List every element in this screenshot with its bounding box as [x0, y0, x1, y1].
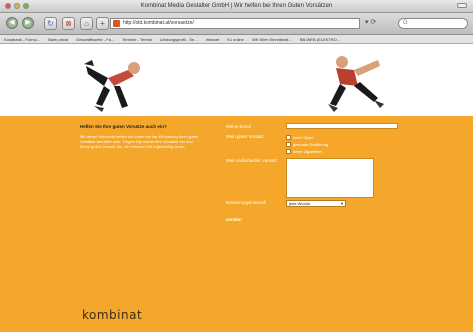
bookmark-item[interactable]: Kokabank - Formu...	[4, 35, 40, 43]
form-section: Helfen Sie Ihre guten Vorsätze auch ein?…	[0, 116, 473, 332]
submit-button[interactable]: senden	[226, 217, 242, 222]
email-label: Meine Email	[226, 124, 251, 129]
reload-icon: ↻	[47, 19, 54, 28]
intro-text-block: Helfen Sie Ihre guten Vorsätze auch ein?…	[80, 124, 200, 149]
site-favicon-icon	[113, 20, 120, 27]
option-checkbox[interactable]	[286, 149, 291, 154]
bookmark-item[interactable]: BB-WEB (ELEKTRO...	[300, 35, 340, 43]
individual-vorsatz-textarea[interactable]	[286, 158, 374, 198]
web-page: Helfen Sie Ihre guten Vorsätze auch ein?…	[0, 44, 473, 332]
address-bar-url: http://old.kombinat.at/vorsaetze/	[123, 20, 194, 26]
browser-toolbar: ◀ ▶ ↻ ⊗ ⌂ + http://old.kombinat.at/vorsa…	[0, 13, 473, 35]
bookmark-item[interactable]: Termine - Termin	[122, 35, 152, 43]
back-arrow-icon: ◀	[9, 19, 15, 26]
email-field[interactable]	[286, 123, 398, 129]
stop-icon: ⊗	[65, 19, 72, 28]
stop-button[interactable]: ⊗	[62, 17, 75, 30]
reminder-select[interactable]: jede Woche ▼	[286, 200, 346, 207]
forward-arrow-icon: ▶	[25, 19, 31, 26]
reload-button[interactable]: ↻	[44, 17, 57, 30]
reminder-label: Erinnerungsintervall	[226, 200, 266, 205]
kombinat-logo: kombinat	[82, 308, 143, 322]
title-bar: Kombinat Media Gestalter GmbH | Wir helf…	[0, 0, 473, 13]
window-title: Kombinat Media Gestalter GmbH | Wir helf…	[140, 3, 333, 9]
bookmark-item[interactable]: WK Wien Einreibealt...	[252, 35, 292, 43]
reminder-selected-value: jede Woche	[289, 201, 311, 206]
bookmark-item[interactable]: Geschäftsseite - Fa...	[76, 35, 114, 43]
back-button[interactable]: ◀	[6, 17, 18, 29]
forward-button[interactable]: ▶	[22, 17, 34, 29]
option-checkbox[interactable]	[286, 135, 291, 140]
address-bar[interactable]: http://old.kombinat.at/vorsaetze/	[110, 18, 360, 29]
chevron-down-icon: ▼	[340, 201, 344, 206]
option-label: gesunde Ernährung	[293, 142, 329, 147]
jumping-person-right-image	[328, 56, 384, 112]
address-dropdown-button[interactable]: ▾ ⟳	[365, 18, 376, 26]
option-label: mehr Sport	[293, 135, 313, 140]
toolbar-toggle-button[interactable]	[457, 3, 467, 8]
intro-heading: Helfen Sie Ihre guten Vorsätze auch ein?	[80, 124, 167, 129]
bookmark-item[interactable]: Leistungsprofil - Se...	[160, 35, 198, 43]
search-field[interactable]: G	[398, 18, 468, 29]
plus-icon: +	[100, 19, 105, 28]
bookmark-item[interactable]: Bank privat	[48, 35, 68, 43]
jumping-person-left-image	[84, 60, 140, 112]
home-icon: ⌂	[84, 19, 89, 28]
google-search-icon: G	[403, 20, 408, 26]
bookmarks-bar: Kokabank - Formu... Bank privat Geschäft…	[0, 35, 473, 44]
bookmark-item[interactable]: K1 online	[227, 35, 244, 43]
add-bookmark-button[interactable]: +	[96, 17, 109, 30]
option-checkbox[interactable]	[286, 142, 291, 147]
page-header	[0, 44, 473, 116]
individual-vorsatz-label: Mein individueller Vorsatz	[226, 158, 278, 163]
option-label: keine Zigaretten	[293, 149, 322, 154]
home-button[interactable]: ⌂	[80, 17, 93, 30]
intro-body: Mit dieser Webseite helfen wir Ihnen bei…	[80, 134, 199, 149]
bookmark-item[interactable]: Intranet	[206, 35, 220, 43]
vorsatz-label: Mein guter Vorsatz	[226, 134, 264, 139]
